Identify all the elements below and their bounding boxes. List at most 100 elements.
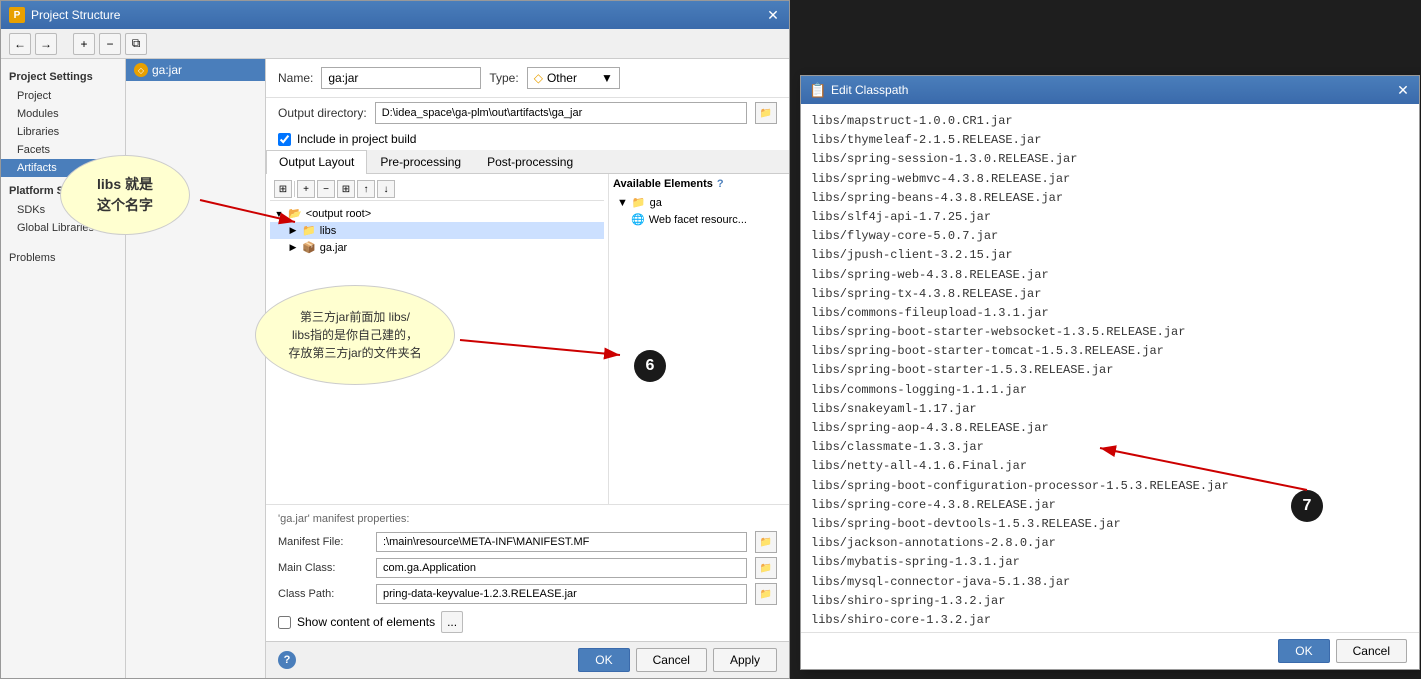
ok-button[interactable]: OK bbox=[578, 648, 629, 672]
classpath-item[interactable]: libs/spring-web-4.3.8.RELEASE.jar bbox=[809, 266, 1411, 285]
available-item-ga[interactable]: ▼ 📁 ga bbox=[613, 194, 785, 211]
available-item-web-facet[interactable]: 🌐 Web facet resourc... bbox=[613, 211, 785, 228]
show-content-btn[interactable]: ... bbox=[441, 611, 463, 633]
classpath-item[interactable]: libs/flyway-core-5.0.7.jar bbox=[809, 227, 1411, 246]
tab-pre-processing[interactable]: Pre-processing bbox=[367, 150, 474, 173]
classpath-item[interactable]: libs/slf4j-api-1.7.25.jar bbox=[809, 208, 1411, 227]
dialog-bottom: ? OK Cancel Apply bbox=[266, 641, 789, 678]
classpath-item[interactable]: libs/mybatis-spring-1.3.1.jar bbox=[809, 553, 1411, 572]
classpath-title-left: 📋 Edit Classpath bbox=[809, 82, 908, 98]
remove-artifact-button[interactable]: − bbox=[99, 33, 121, 55]
tree-item-libs[interactable]: ▶ 📁 libs bbox=[270, 222, 604, 239]
tree-item-ga-jar[interactable]: ▶ 📦 ga.jar bbox=[270, 239, 604, 256]
classpath-item[interactable]: libs/shiro-spring-1.3.2.jar bbox=[809, 592, 1411, 611]
classpath-list[interactable]: libs/mapstruct-1.0.0.CR1.jarlibs/thymele… bbox=[801, 104, 1419, 632]
classpath-close-button[interactable]: ✕ bbox=[1395, 82, 1411, 98]
tree-item-label: <output root> bbox=[306, 208, 371, 220]
classpath-item[interactable]: libs/spring-tx-4.3.8.RELEASE.jar bbox=[809, 285, 1411, 304]
project-settings-title: Project Settings bbox=[1, 67, 125, 87]
layout-btn-1[interactable]: ⊞ bbox=[274, 180, 292, 198]
tab-post-processing[interactable]: Post-processing bbox=[474, 150, 586, 173]
classpath-item[interactable]: libs/mysql-connector-java-5.1.38.jar bbox=[809, 573, 1411, 592]
class-path-input[interactable] bbox=[376, 584, 747, 604]
classpath-item[interactable]: libs/classmate-1.3.3.jar bbox=[809, 438, 1411, 457]
copy-artifact-button[interactable]: ⧉ bbox=[125, 33, 147, 55]
classpath-item[interactable]: libs/snakeyaml-1.17.jar bbox=[809, 400, 1411, 419]
sidebar-item-problems[interactable]: Problems bbox=[1, 249, 125, 267]
tree-item-output-root[interactable]: ▼ 📂 <output root> bbox=[270, 205, 604, 222]
sidebar: Project Settings Project Modules Librari… bbox=[1, 59, 126, 678]
classpath-item[interactable]: libs/thymeleaf-2.1.5.RELEASE.jar bbox=[809, 131, 1411, 150]
output-dir-input[interactable] bbox=[375, 102, 747, 124]
manifest-file-input[interactable] bbox=[376, 532, 747, 552]
layout-btn-down[interactable]: ↓ bbox=[377, 180, 395, 198]
classpath-item[interactable]: libs/spring-aop-4.3.8.RELEASE.jar bbox=[809, 419, 1411, 438]
step-7-circle: 7 bbox=[1291, 490, 1323, 522]
apply-button[interactable]: Apply bbox=[713, 648, 777, 672]
classpath-cancel-button[interactable]: Cancel bbox=[1336, 639, 1407, 663]
classpath-item[interactable]: libs/shiro-core-1.3.2.jar bbox=[809, 611, 1411, 630]
sidebar-item-libraries[interactable]: Libraries bbox=[1, 123, 125, 141]
classpath-item[interactable]: libs/jpush-client-3.2.15.jar bbox=[809, 246, 1411, 265]
sidebar-item-modules[interactable]: Modules bbox=[1, 105, 125, 123]
layout-toolbar: ⊞ + − ⊞ ↑ ↓ bbox=[270, 178, 604, 201]
classpath-item[interactable]: libs/spring-boot-devtools-1.5.3.RELEASE.… bbox=[809, 515, 1411, 534]
classpath-item[interactable]: libs/spring-boot-starter-1.5.3.RELEASE.j… bbox=[809, 361, 1411, 380]
content-area: ◇ ga:jar Name: Type: ◇ Other ▼ bbox=[126, 59, 789, 678]
classpath-item[interactable]: libs/mapstruct-1.0.0.CR1.jar bbox=[809, 112, 1411, 131]
gajar-icon: 📦 bbox=[302, 241, 316, 254]
edit-classpath-dialog: 📋 Edit Classpath ✕ libs/mapstruct-1.0.0.… bbox=[800, 75, 1420, 670]
show-content-checkbox[interactable] bbox=[278, 616, 291, 629]
expand-icon: ▼ bbox=[274, 209, 284, 219]
available-ga-label: ga bbox=[650, 197, 662, 209]
layout-btn-sort[interactable]: ⊞ bbox=[337, 180, 355, 198]
artifact-list: ◇ ga:jar bbox=[126, 59, 266, 678]
classpath-ok-button[interactable]: OK bbox=[1278, 639, 1329, 663]
name-input[interactable] bbox=[321, 67, 481, 89]
type-dropdown-icon: ▼ bbox=[601, 71, 613, 85]
classpath-item[interactable]: libs/commons-fileupload-1.3.1.jar bbox=[809, 304, 1411, 323]
output-dir-label: Output directory: bbox=[278, 106, 367, 120]
tab-output-layout[interactable]: Output Layout bbox=[266, 150, 367, 174]
annotation-bubble-libs: libs 就是这个名字 bbox=[60, 155, 190, 235]
tree-item-libs-label: libs bbox=[320, 225, 337, 237]
available-elements-header: Available Elements ? bbox=[613, 178, 785, 190]
classpath-item[interactable]: libs/commons-logging-1.1.1.jar bbox=[809, 381, 1411, 400]
artifact-item-ga-jar[interactable]: ◇ ga:jar bbox=[126, 59, 265, 81]
layout-btn-up[interactable]: ↑ bbox=[357, 180, 375, 198]
available-elements-help-icon[interactable]: ? bbox=[717, 178, 724, 190]
type-select[interactable]: ◇ Other ▼ bbox=[527, 67, 620, 89]
classpath-item[interactable]: libs/netty-all-4.1.6.Final.jar bbox=[809, 457, 1411, 476]
layout-btn-3[interactable]: − bbox=[317, 180, 335, 198]
cancel-button[interactable]: Cancel bbox=[636, 648, 707, 672]
sidebar-item-project[interactable]: Project bbox=[1, 87, 125, 105]
add-artifact-button[interactable]: + bbox=[73, 33, 95, 55]
classpath-item[interactable]: libs/spring-session-1.3.0.RELEASE.jar bbox=[809, 150, 1411, 169]
project-icon: P bbox=[9, 7, 25, 23]
help-button[interactable]: ? bbox=[278, 651, 296, 669]
name-label: Name: bbox=[278, 71, 313, 85]
classpath-item[interactable]: libs/spring-webmvc-4.3.8.RELEASE.jar bbox=[809, 170, 1411, 189]
classpath-item[interactable]: libs/spring-beans-4.3.8.RELEASE.jar bbox=[809, 189, 1411, 208]
include-in-build-checkbox[interactable] bbox=[278, 133, 291, 146]
expand-ga-icon: ▼ bbox=[617, 197, 628, 209]
classpath-item[interactable]: libs/jackson-annotations-2.8.0.jar bbox=[809, 534, 1411, 553]
classpath-item[interactable]: libs/spring-boot-starter-websocket-1.3.5… bbox=[809, 323, 1411, 342]
classpath-title-icon: 📋 bbox=[809, 82, 825, 98]
layout-btn-2[interactable]: + bbox=[297, 180, 315, 198]
close-button[interactable]: ✕ bbox=[765, 7, 781, 23]
forward-button[interactable]: → bbox=[35, 33, 57, 55]
available-web-facet-label: Web facet resourc... bbox=[649, 214, 747, 226]
available-elements-label: Available Elements bbox=[613, 178, 713, 190]
back-button[interactable]: ← bbox=[9, 33, 31, 55]
classpath-item[interactable]: libs/spring-boot-configuration-processor… bbox=[809, 477, 1411, 496]
browse-button[interactable]: 📁 bbox=[755, 102, 777, 124]
main-class-browse-button[interactable]: 📁 bbox=[755, 557, 777, 579]
libs-expand-icon: ▶ bbox=[288, 225, 298, 236]
manifest-browse-button[interactable]: 📁 bbox=[755, 531, 777, 553]
name-type-row: Name: Type: ◇ Other ▼ bbox=[266, 59, 789, 98]
class-path-browse-button[interactable]: 📁 bbox=[755, 583, 777, 605]
manifest-title: 'ga.jar' manifest properties: bbox=[278, 513, 777, 525]
classpath-item[interactable]: libs/spring-boot-starter-tomcat-1.5.3.RE… bbox=[809, 342, 1411, 361]
main-class-input[interactable] bbox=[376, 558, 747, 578]
